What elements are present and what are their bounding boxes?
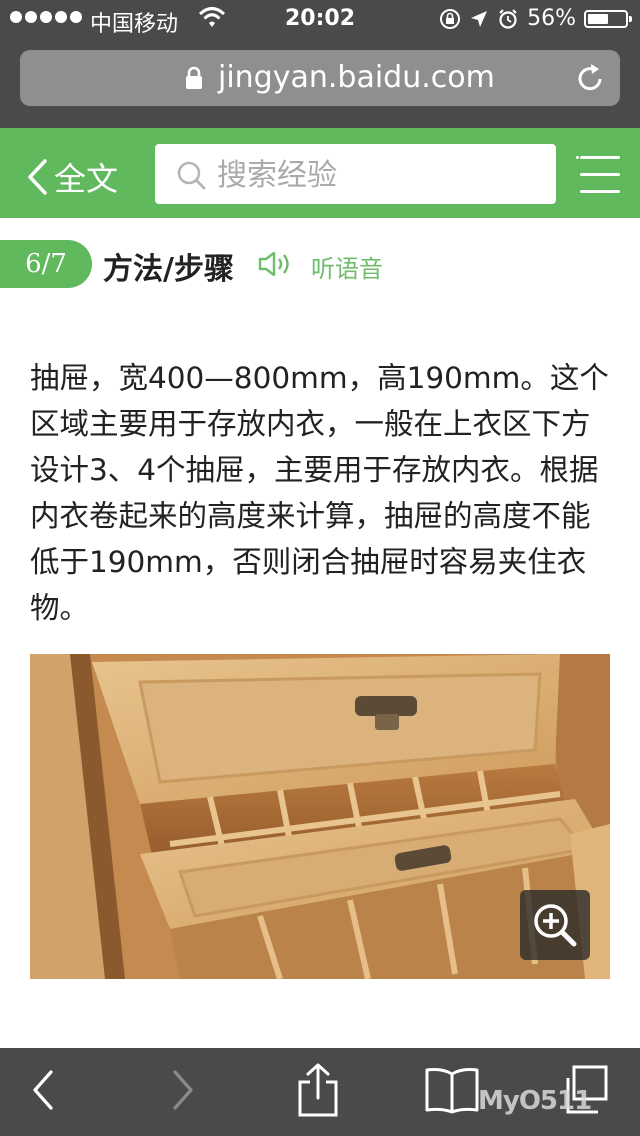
site-header: 全文 — [0, 128, 640, 218]
zoom-in-button[interactable] — [520, 890, 590, 960]
lock-icon — [186, 66, 202, 89]
share-icon[interactable] — [296, 1062, 340, 1118]
chevron-left-icon — [28, 159, 47, 195]
battery-fill — [588, 13, 608, 24]
location-arrow-icon — [471, 10, 488, 27]
reload-icon[interactable] — [574, 62, 606, 94]
status-bar: 中国移动 20:02 56% — [0, 0, 640, 40]
step-title: 方法/步骤 — [103, 252, 234, 287]
search-icon — [177, 161, 206, 190]
menu-icon[interactable] — [576, 156, 620, 194]
alarm-icon — [499, 8, 517, 29]
listen-audio-link[interactable]: 听语音 — [311, 249, 383, 284]
battery-icon — [584, 9, 632, 28]
step-counter-badge: 6/7 — [0, 240, 92, 288]
bookmarks-icon[interactable] — [424, 1066, 480, 1114]
back-label: 全文 — [54, 160, 119, 198]
step-description: 抽屉，宽400—800mm，高190mm。这个区域主要用于存放内衣，一般在上衣区… — [30, 361, 609, 625]
rotation-lock-icon — [440, 8, 461, 29]
back-arrow-icon[interactable] — [30, 1068, 56, 1112]
forward-arrow-icon[interactable] — [170, 1068, 196, 1112]
battery-percent: 56% — [527, 6, 576, 31]
step-heading: 6/7 方法/步骤 听语音 — [0, 240, 640, 288]
search-box[interactable] — [155, 144, 556, 204]
search-input[interactable] — [215, 154, 539, 196]
url-text: jingyan.baidu.com — [218, 60, 495, 95]
zoom-in-icon — [534, 904, 577, 947]
speaker-icon[interactable] — [258, 250, 298, 278]
browser-chrome: 中国移动 20:02 56% jingyan.baidu.com — [0, 0, 640, 128]
site-watermark: MyO511 — [478, 1086, 592, 1116]
address-bar[interactable]: jingyan.baidu.com — [20, 50, 620, 106]
back-to-full-button[interactable]: 全文 — [26, 154, 118, 200]
